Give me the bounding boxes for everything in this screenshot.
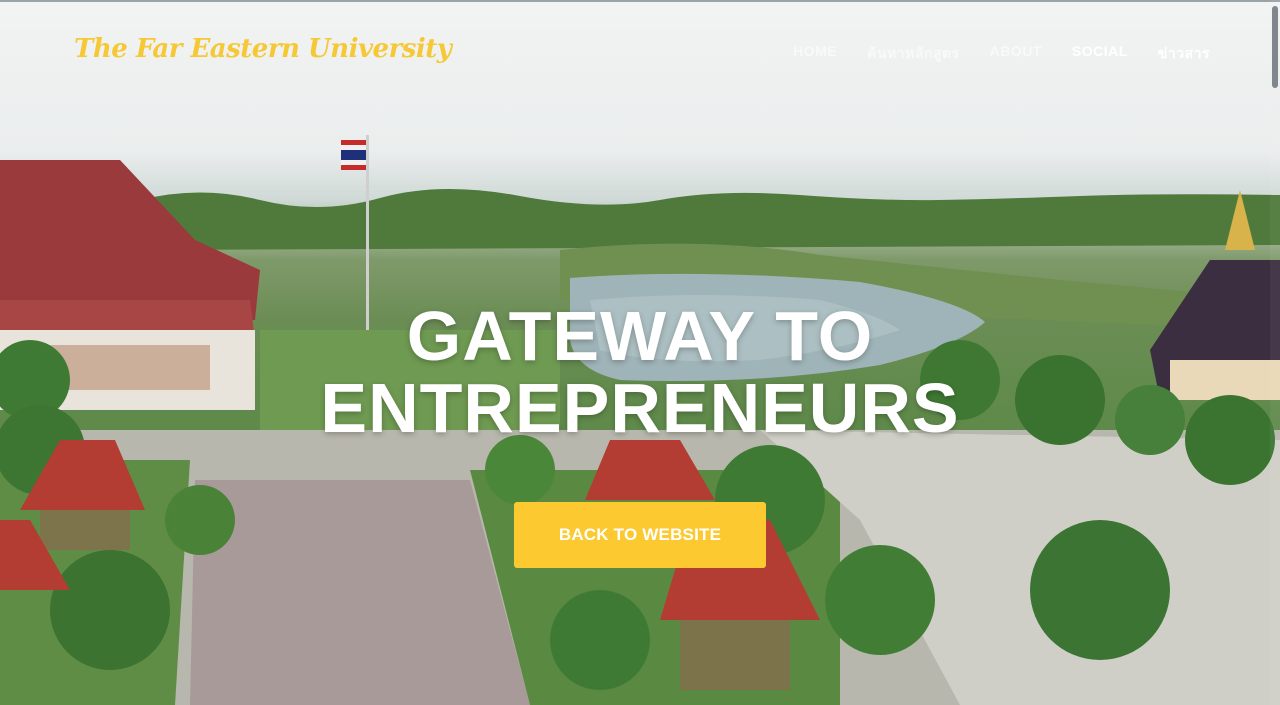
nav-item-news[interactable]: ข่าวสาร	[1158, 43, 1210, 65]
nav-item-social[interactable]: SOCIAL	[1072, 43, 1128, 65]
hero-headline-line-1: GATEWAY TO	[406, 297, 874, 375]
back-to-website-button[interactable]: BACK TO WEBSITE	[514, 502, 766, 568]
hero-headline: GATEWAY TO ENTREPRENEURS	[0, 300, 1280, 444]
site-logo[interactable]: The Far Eastern University	[74, 34, 452, 64]
browser-top-border	[0, 0, 1280, 2]
nav-item-about[interactable]: ABOUT	[990, 43, 1042, 65]
nav-item-home[interactable]: HOME	[793, 43, 837, 65]
hero-headline-line-2: ENTREPRENEURS	[320, 369, 960, 447]
page-scrollbar[interactable]	[1270, 0, 1280, 705]
scrollbar-thumb[interactable]	[1272, 6, 1278, 88]
main-navigation: HOME ค้นหาหลักสูตร ABOUT SOCIAL ข่าวสาร	[793, 43, 1210, 65]
nav-item-course-search[interactable]: ค้นหาหลักสูตร	[867, 43, 959, 65]
